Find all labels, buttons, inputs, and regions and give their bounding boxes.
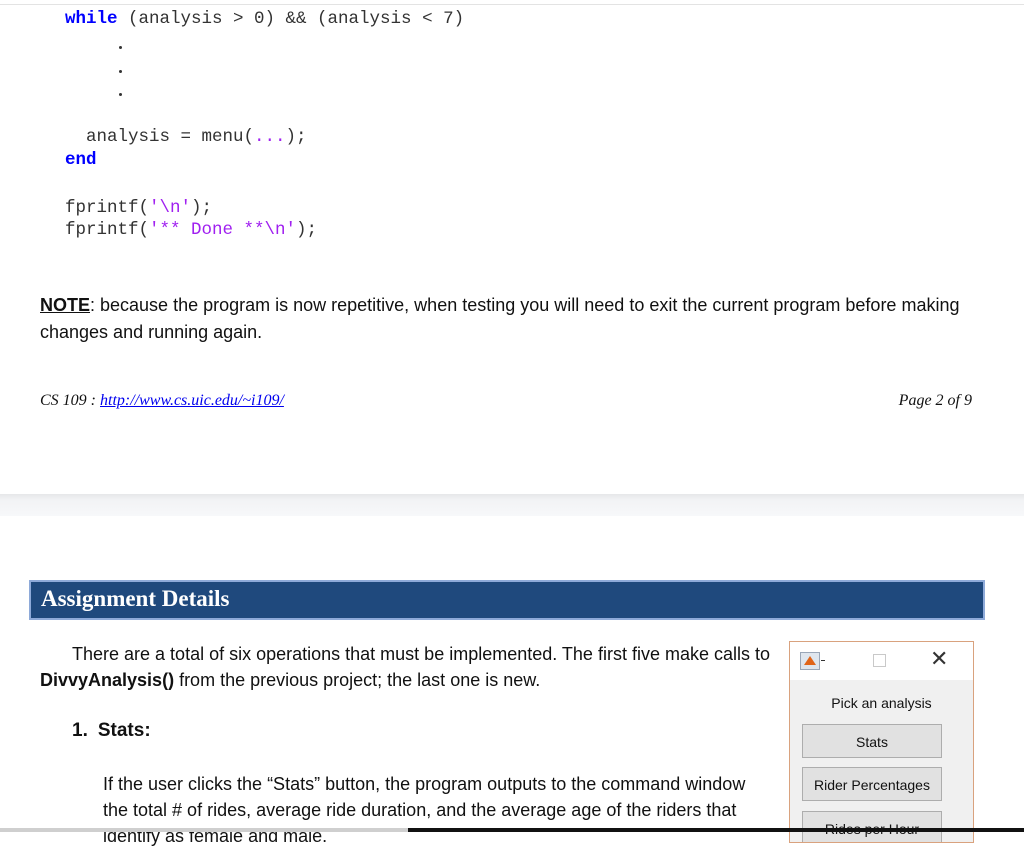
- note-label: NOTE: [40, 295, 91, 315]
- matlab-icon: [800, 652, 820, 670]
- fprintf-end: );: [296, 220, 318, 240]
- course-link[interactable]: http://www.cs.uic.edu/~i109/: [100, 392, 284, 409]
- fprintf-call: fprintf(: [65, 220, 150, 240]
- list-number: 1.: [72, 720, 88, 741]
- dialog-titlebar[interactable]: ✕: [790, 642, 973, 680]
- scrollbar-thumb[interactable]: [408, 828, 1024, 832]
- maximize-icon[interactable]: [873, 654, 886, 667]
- note-paragraph: NOTE: because the program is now repetit…: [40, 292, 990, 346]
- note-text: : because the program is now repetitive,…: [40, 295, 960, 342]
- keyword-end: end: [65, 150, 97, 170]
- minimize-icon[interactable]: [821, 660, 825, 661]
- page-break: [0, 494, 1024, 516]
- section-title: Assignment Details: [41, 586, 230, 611]
- function-name: DivvyAnalysis(): [40, 670, 175, 690]
- intro-text: There are a total of six operations that…: [72, 644, 770, 664]
- code-line-end: end: [65, 149, 97, 171]
- list-item-heading: 1. Stats:: [72, 720, 151, 742]
- while-condition: (analysis > 0) && (analysis < 7): [117, 9, 465, 29]
- code-line-while: while (analysis > 0) && (analysis < 7): [65, 8, 464, 30]
- section-header: Assignment Details: [29, 580, 985, 620]
- page-top-border: [0, 4, 1024, 5]
- intro-paragraph: There are a total of six operations that…: [40, 641, 780, 693]
- rider-percentages-button[interactable]: Rider Percentages: [802, 767, 942, 801]
- ellipsis-dot: [119, 93, 122, 96]
- ellipsis-dot: [119, 70, 122, 73]
- code-line-fprintf-2: fprintf('** Done **\n');: [65, 219, 317, 241]
- fprintf-string: '** Done **\n': [149, 220, 297, 240]
- code-line-assign: analysis = menu(...);: [65, 126, 307, 148]
- fprintf-string: '\n': [149, 198, 192, 218]
- fprintf-call: fprintf(: [65, 198, 150, 218]
- intro-text-end: from the previous project; the last one …: [174, 670, 541, 690]
- page-number: Page 2 of 9: [898, 392, 972, 409]
- assign-text: analysis = menu(: [65, 127, 255, 147]
- dialog-prompt: Pick an analysis: [831, 695, 932, 711]
- fprintf-end: );: [191, 198, 213, 218]
- course-label: CS 109 :: [40, 392, 100, 409]
- rides-per-hour-button[interactable]: Rides per Hour: [802, 811, 942, 842]
- assign-end: );: [285, 127, 307, 147]
- ellipsis-dot: [119, 46, 122, 49]
- list-title: Stats:: [97, 720, 151, 741]
- list-item-body: If the user clicks the “Stats” button, t…: [103, 774, 746, 846]
- stats-button[interactable]: Stats: [802, 724, 942, 758]
- close-icon[interactable]: ✕: [930, 648, 948, 670]
- menu-dialog: ✕ Pick an analysis Stats Rider Percentag…: [789, 641, 974, 843]
- page-footer-left: CS 109 : http://www.cs.uic.edu/~i109/: [40, 392, 284, 410]
- keyword-while: while: [65, 9, 118, 29]
- code-line-fprintf-1: fprintf('\n');: [65, 197, 212, 219]
- assign-args: ...: [254, 127, 286, 147]
